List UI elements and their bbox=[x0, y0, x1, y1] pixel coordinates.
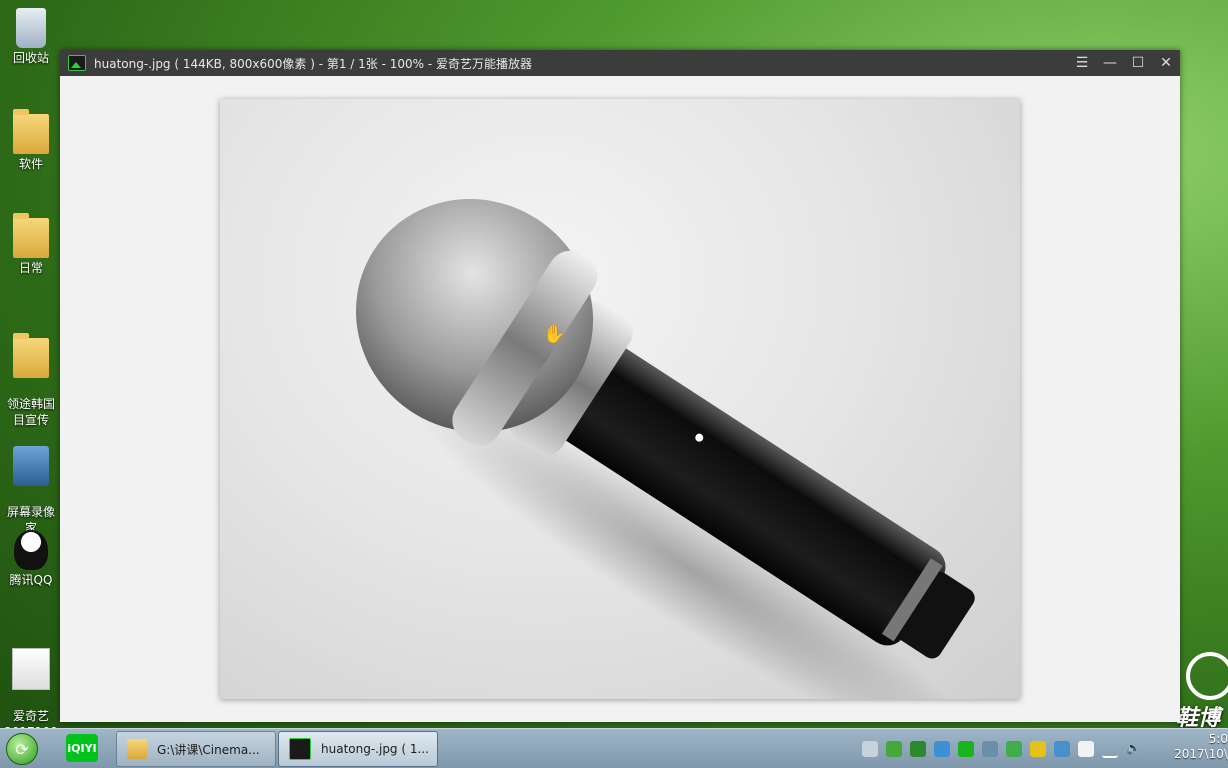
shield-icon[interactable] bbox=[1006, 740, 1022, 757]
brand-logo-icon bbox=[1186, 652, 1228, 700]
ime-icon[interactable] bbox=[1054, 740, 1070, 757]
desktop-icon-korea-project[interactable]: 领途韩国 目宣传 bbox=[0, 322, 62, 444]
desktop-icon-recycle-bin[interactable]: 回收站 bbox=[0, 8, 62, 66]
system-tray: 🔈 bbox=[858, 729, 1146, 768]
iqiyi-pinned-icon[interactable]: iQIYI bbox=[66, 734, 98, 762]
image-viewer-icon bbox=[68, 55, 86, 71]
taskbar-item-label: G:\讲课\Cinema... bbox=[157, 742, 260, 757]
image-viewer-window: huatong-.jpg ( 144KB, 800x600像素 ) - 第1 /… bbox=[60, 50, 1180, 722]
start-button[interactable]: ⟳ bbox=[6, 733, 38, 765]
volume-icon[interactable]: 🔈 bbox=[1126, 741, 1142, 757]
clock-time: 5:0 bbox=[1208, 732, 1228, 746]
menu-button[interactable]: ☰ bbox=[1068, 50, 1096, 76]
person-image-icon bbox=[12, 648, 50, 690]
security-icon[interactable] bbox=[910, 740, 926, 757]
folder-icon bbox=[13, 109, 49, 154]
microphone-photo[interactable] bbox=[220, 99, 1020, 699]
microphone-illustration bbox=[355, 199, 975, 699]
network-shield-icon[interactable] bbox=[982, 740, 998, 757]
desktop-icon-label: 腾讯QQ bbox=[9, 573, 53, 587]
window-titlebar[interactable]: huatong-.jpg ( 144KB, 800x600像素 ) - 第1 /… bbox=[60, 50, 1180, 76]
desktop-icon-label: 回收站 bbox=[12, 51, 49, 65]
window-controls: ☰ — ☐ ✕ bbox=[1068, 50, 1180, 76]
close-button[interactable]: ✕ bbox=[1152, 50, 1180, 76]
desktop-icon-qq[interactable]: 腾讯QQ bbox=[0, 530, 62, 588]
folder-icon bbox=[13, 213, 49, 258]
qq-penguin-icon bbox=[14, 530, 48, 570]
clipboard-icon[interactable] bbox=[1078, 740, 1094, 757]
clock[interactable]: 5:0 2017\10\ bbox=[1170, 732, 1228, 762]
plus-icon[interactable] bbox=[1030, 740, 1046, 757]
recycle-bin-icon bbox=[16, 8, 46, 48]
screen-recorder-icon bbox=[13, 446, 49, 486]
desktop-icon-label: 日常 bbox=[18, 261, 43, 275]
image-viewer-icon bbox=[289, 738, 311, 760]
taskbar-item-explorer[interactable]: G:\讲课\Cinema... bbox=[116, 731, 276, 767]
image-canvas[interactable]: ✋ bbox=[60, 76, 1180, 722]
minimize-button[interactable]: — bbox=[1096, 50, 1124, 76]
maximize-button[interactable]: ☐ bbox=[1124, 50, 1152, 76]
desktop-icon-daily[interactable]: 日常 bbox=[0, 213, 62, 276]
desktop-icon-label: 软件 bbox=[18, 157, 43, 171]
desktop-icon-software[interactable]: 软件 bbox=[0, 109, 62, 172]
folder-icon bbox=[13, 333, 49, 378]
signal-icon[interactable] bbox=[1102, 740, 1118, 758]
clock-date: 2017\10\ bbox=[1174, 747, 1228, 761]
iqiyi-tray-icon[interactable] bbox=[958, 740, 974, 757]
window-title: huatong-.jpg ( 144KB, 800x600像素 ) - 第1 /… bbox=[94, 56, 533, 71]
usb-icon[interactable] bbox=[886, 740, 902, 757]
hand-cursor-icon: ✋ bbox=[543, 324, 566, 345]
taskbar: ⟳ iQIYI G:\讲课\Cinema... huatong-.jpg ( 1… bbox=[0, 728, 1228, 768]
desktop-icon-label: 领途韩国 目宣传 bbox=[6, 397, 55, 427]
brand-watermark: 鞋博 bbox=[1176, 652, 1228, 731]
taskbar-item-label: huatong-.jpg ( 1... bbox=[321, 742, 429, 756]
taskbar-item-image-viewer[interactable]: huatong-.jpg ( 1... bbox=[278, 731, 438, 767]
cloud-icon[interactable] bbox=[934, 740, 950, 757]
keyboard-icon[interactable] bbox=[862, 740, 878, 757]
folder-icon bbox=[127, 739, 147, 759]
